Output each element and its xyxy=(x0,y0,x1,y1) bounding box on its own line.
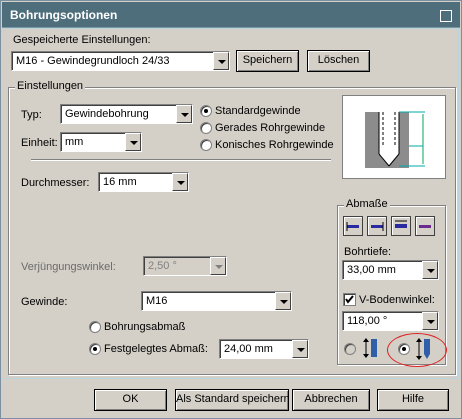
taper-angle-dropdown[interactable]: 2,50 ° xyxy=(143,256,227,276)
window-title: Bohrungsoptionen xyxy=(10,8,118,22)
depth-label: Bohrtiefe: xyxy=(344,246,392,258)
thread-value: M16 xyxy=(146,295,168,307)
vbottom-dropdown[interactable]: 118,00 ° xyxy=(342,311,439,331)
separator xyxy=(31,159,331,161)
hole-diagram-icon xyxy=(365,111,425,168)
ok-button[interactable]: OK xyxy=(94,389,167,411)
diameter-label: Durchmesser: xyxy=(21,177,90,189)
save-button[interactable]: Speichern xyxy=(236,50,299,72)
title-bar[interactable]: Bohrungsoptionen xyxy=(2,2,460,28)
bore-offset-label: Bohrungsabmaß xyxy=(104,321,186,333)
chevron-down-icon[interactable] xyxy=(176,105,192,123)
dimension-mode-3-icon xyxy=(395,220,407,228)
standard-thread-label: Standardgewinde xyxy=(215,105,301,117)
depth-dropdown[interactable]: 33,00 mm xyxy=(342,260,439,280)
dimension-mode-3-button[interactable] xyxy=(391,216,411,236)
chevron-down-icon[interactable] xyxy=(422,312,438,330)
chevron-down-icon[interactable] xyxy=(210,257,226,275)
depth-to-shoulder-icon xyxy=(363,338,377,358)
diameter-value: 16 mm xyxy=(103,176,137,188)
dimension-mode-2-button[interactable] xyxy=(367,216,387,236)
save-default-button[interactable]: Als Standard speichern xyxy=(175,389,290,411)
radio-bore-offset[interactable] xyxy=(89,321,101,333)
settings-group-label: Einstellungen xyxy=(15,80,86,92)
vbottom-label: V-Bodenwinkel: xyxy=(359,294,435,306)
straight-pipe-thread-label: Gerades Rohrgewinde xyxy=(215,122,326,134)
thread-dropdown[interactable]: M16 xyxy=(141,291,292,311)
dimension-mode-1-button[interactable] xyxy=(343,216,363,236)
diameter-dropdown[interactable]: 16 mm xyxy=(98,172,189,192)
depth-value: 33,00 mm xyxy=(347,264,396,276)
radio-depth-to-shoulder[interactable] xyxy=(344,343,356,355)
fixed-offset-label: Festgelegtes Abmaß: xyxy=(104,343,208,355)
dimension-mode-4-button[interactable] xyxy=(415,216,435,236)
chevron-down-icon[interactable] xyxy=(422,261,438,279)
radio-fixed-offset[interactable] xyxy=(89,343,101,355)
unit-dropdown[interactable]: mm xyxy=(60,132,142,152)
radio-standard-thread[interactable] xyxy=(200,105,212,117)
fixed-offset-dropdown[interactable]: 24,00 mm xyxy=(219,339,309,359)
thread-label: Gewinde: xyxy=(21,296,68,308)
chevron-down-icon[interactable] xyxy=(125,133,141,151)
taper-angle-label: Verjüngungswinkel: xyxy=(21,261,116,273)
chevron-down-icon[interactable] xyxy=(172,173,188,191)
unit-value: mm xyxy=(65,136,84,148)
chevron-down-icon[interactable] xyxy=(292,340,308,358)
dialog-window: Bohrungsoptionen Gespeicherte Einstellun… xyxy=(0,0,462,419)
chevron-down-icon[interactable] xyxy=(213,52,229,70)
cancel-button[interactable]: Abbrechen xyxy=(292,389,370,411)
fixed-offset-value: 24,00 mm xyxy=(224,343,273,355)
type-dropdown[interactable]: Gewindebohrung xyxy=(60,104,193,124)
saved-settings-label: Gespeicherte Einstellungen: xyxy=(13,34,151,46)
delete-button[interactable]: Löschen xyxy=(307,50,370,72)
dimension-mode-4-icon xyxy=(419,225,431,228)
vbottom-checkbox[interactable] xyxy=(343,293,356,306)
red-highlight-ellipse xyxy=(387,333,447,367)
saved-settings-dropdown[interactable]: M16 - Gewindegrundloch 24/33 xyxy=(11,51,230,71)
type-label: Typ: xyxy=(21,109,42,121)
vbottom-value: 118,00 ° xyxy=(347,315,388,327)
taper-angle-value: 2,50 ° xyxy=(148,260,177,272)
checkmark-icon xyxy=(345,295,354,304)
dimension-mode-2-icon xyxy=(371,222,384,231)
hole-preview-image xyxy=(342,95,446,179)
chevron-down-icon[interactable] xyxy=(275,292,291,310)
radio-tapered-pipe-thread[interactable] xyxy=(200,139,212,151)
dimensions-group-label: Abmaße xyxy=(344,198,390,210)
dimension-mode-1-icon xyxy=(346,222,359,231)
type-value: Gewindebohrung xyxy=(65,108,149,120)
help-button[interactable]: Hilfe xyxy=(377,389,449,411)
radio-straight-pipe-thread[interactable] xyxy=(200,122,212,134)
tapered-pipe-thread-label: Konisches Rohrgewinde xyxy=(215,139,334,151)
saved-settings-value: M16 - Gewindegrundloch 24/33 xyxy=(16,55,170,67)
close-button[interactable] xyxy=(440,10,452,22)
unit-label: Einheit: xyxy=(21,137,58,149)
